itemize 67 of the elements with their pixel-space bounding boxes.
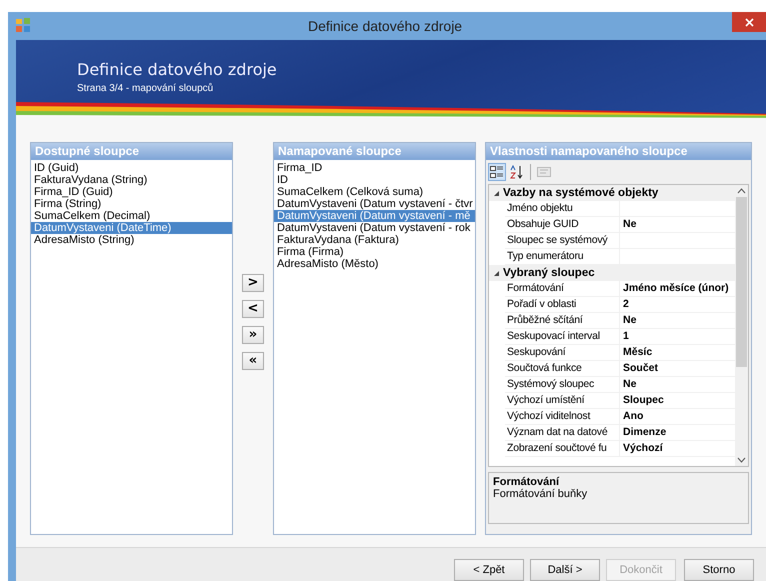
list-item[interactable]: SumaCelkem (Decimal) bbox=[31, 210, 232, 222]
category-label: Vybraný sloupec bbox=[503, 267, 595, 279]
list-item[interactable]: AdresaMisto (String) bbox=[31, 234, 232, 246]
banner-title: Definice datového zdroje bbox=[77, 60, 278, 79]
app-logo-icon bbox=[16, 18, 30, 32]
property-name[interactable]: Význam dat na datové bbox=[505, 425, 620, 440]
description-title: Formátování bbox=[493, 476, 560, 488]
property-value[interactable]: Výchozí bbox=[623, 442, 663, 454]
list-item[interactable]: DatumVystaveni (Datum vystavení - rok bbox=[274, 222, 475, 234]
list-item[interactable]: Firma (Firma) bbox=[274, 246, 475, 258]
list-item[interactable]: FakturaVydana (String) bbox=[31, 174, 232, 186]
dialog-button[interactable]: Storno bbox=[684, 559, 754, 581]
dialog-button[interactable]: Další > bbox=[530, 559, 600, 581]
move-button[interactable]: < bbox=[242, 300, 264, 318]
list-item[interactable]: ID (Guid) bbox=[31, 162, 232, 174]
collapse-icon[interactable] bbox=[492, 270, 500, 276]
property-name[interactable]: Obsahuje GUID bbox=[505, 217, 620, 232]
property-name[interactable]: Průběžné sčítání bbox=[505, 313, 620, 328]
property-name[interactable]: Seskupování bbox=[505, 345, 620, 360]
close-icon bbox=[744, 18, 754, 26]
list-item[interactable]: Firma_ID bbox=[274, 162, 475, 174]
move-button[interactable]: » bbox=[242, 326, 264, 344]
property-name[interactable]: Součtová funkce bbox=[505, 361, 620, 376]
list-item[interactable]: ID bbox=[274, 174, 475, 186]
property-name[interactable]: Typ enumerátoru bbox=[505, 249, 620, 264]
property-value[interactable]: Jméno měsíce (únor) bbox=[623, 282, 729, 294]
panel-header: Namapované sloupce bbox=[274, 143, 475, 160]
property-value[interactable]: Ano bbox=[623, 410, 644, 422]
property-value[interactable]: Ne bbox=[623, 378, 636, 390]
category-label: Vazby na systémové objekty bbox=[503, 187, 658, 199]
window-title: Definice datového zdroje bbox=[308, 18, 462, 34]
list-item[interactable]: DatumVystaveni (DateTime) bbox=[31, 222, 232, 234]
categorized-view-icon[interactable] bbox=[488, 163, 506, 181]
list-item[interactable]: SumaCelkem (Celková suma) bbox=[274, 186, 475, 198]
move-button[interactable]: > bbox=[242, 274, 264, 292]
property-name[interactable]: Jméno objektu bbox=[505, 201, 620, 216]
property-value[interactable]: Sloupec bbox=[623, 394, 664, 406]
list-item[interactable]: Firma (String) bbox=[31, 198, 232, 210]
panel-header: Dostupné sloupce bbox=[31, 143, 232, 160]
scrollbar[interactable] bbox=[735, 185, 748, 466]
property-value[interactable]: Dimenze bbox=[623, 426, 666, 438]
collapse-icon[interactable] bbox=[492, 190, 500, 196]
dialog-button[interactable]: < Zpět bbox=[454, 559, 524, 581]
property-name[interactable]: Sloupec se systémový bbox=[505, 233, 620, 248]
list-item[interactable]: DatumVystaveni (Datum vystavení - mě bbox=[274, 210, 475, 222]
property-value[interactable]: Ne bbox=[623, 218, 636, 230]
property-name[interactable]: Pořadí v oblasti bbox=[505, 297, 620, 312]
panel-header: Vlastnosti namapovaného sloupce bbox=[486, 143, 751, 160]
property-value[interactable]: 2 bbox=[623, 298, 629, 310]
move-button[interactable]: « bbox=[242, 352, 264, 370]
property-value[interactable]: Měsíc bbox=[623, 346, 652, 358]
property-value[interactable]: Ne bbox=[623, 314, 636, 326]
property-name[interactable]: Formátování bbox=[505, 281, 620, 296]
list-item[interactable]: AdresaMisto (Město) bbox=[274, 258, 475, 270]
property-value[interactable]: Součet bbox=[623, 362, 658, 374]
banner-subtitle: Strana 3/4 - mapování sloupců bbox=[77, 83, 214, 94]
property-name[interactable]: Seskupovací interval bbox=[505, 329, 620, 344]
list-item[interactable]: DatumVystaveni (Datum vystavení - čtvr bbox=[274, 198, 475, 210]
property-name[interactable]: Zobrazení součtové fu bbox=[505, 441, 620, 456]
list-item[interactable]: Firma_ID (Guid) bbox=[31, 186, 232, 198]
description-text: Formátování buňky bbox=[493, 488, 588, 500]
property-name[interactable]: Výchozí umístění bbox=[505, 393, 620, 408]
close-button[interactable] bbox=[732, 12, 766, 32]
property-name[interactable]: Systémový sloupec bbox=[505, 377, 620, 392]
property-name[interactable]: Výchozí viditelnost bbox=[505, 409, 620, 424]
property-value[interactable]: 1 bbox=[623, 330, 629, 342]
list-item[interactable]: FakturaVydana (Faktura) bbox=[274, 234, 475, 246]
